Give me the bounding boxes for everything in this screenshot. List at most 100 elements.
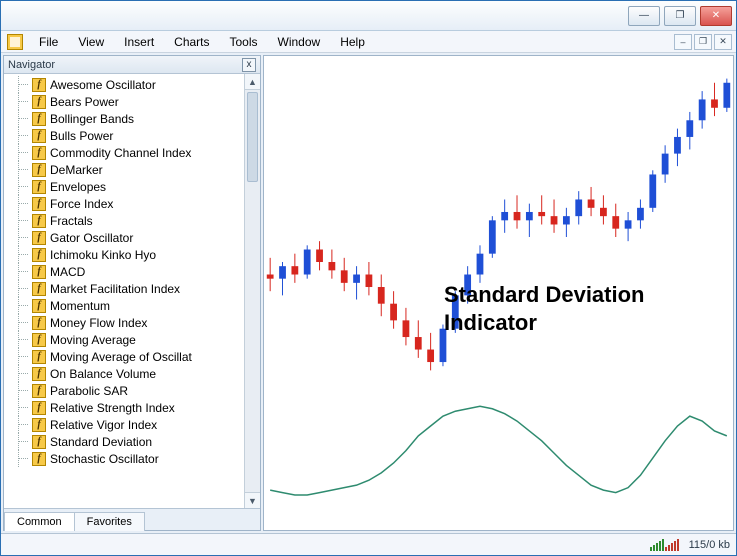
indicator-label: Envelopes	[50, 180, 106, 194]
indicator-item[interactable]: fCommodity Channel Index	[8, 144, 244, 161]
menu-window[interactable]: Window	[268, 32, 331, 52]
indicator-label: Awesome Oscillator	[50, 78, 156, 92]
indicator-icon: f	[32, 367, 46, 381]
indicator-label: Moving Average	[50, 333, 136, 347]
menubar: File View Insert Charts Tools Window Hel…	[1, 31, 736, 53]
indicator-item[interactable]: f Standard Deviation	[8, 433, 244, 450]
indicator-item[interactable]: f Moving Average of Oscillat	[8, 348, 244, 365]
navigator-scrollbar[interactable]: ▲ ▼	[244, 74, 260, 508]
menu-file[interactable]: File	[29, 32, 68, 52]
indicator-label: Gator Oscillator	[50, 231, 133, 245]
mdi-close-button[interactable]: ✕	[714, 34, 732, 50]
indicator-item[interactable]: fMarket Facilitation Index	[8, 280, 244, 297]
indicator-icon: f	[32, 163, 46, 177]
indicator-icon: f	[32, 435, 46, 449]
indicator-label: Ichimoku Kinko Hyo	[50, 248, 156, 262]
app-icon	[7, 34, 23, 50]
tab-common[interactable]: Common	[4, 512, 75, 531]
indicator-icon: f	[32, 180, 46, 194]
menu-view[interactable]: View	[68, 32, 114, 52]
indicator-label: DeMarker	[50, 163, 103, 177]
indicator-icon: f	[32, 129, 46, 143]
indicator-item[interactable]: f Fractals	[8, 212, 244, 229]
indicator-item[interactable]: f Moving Average	[8, 331, 244, 348]
minimize-icon: –	[680, 37, 685, 47]
indicator-icon: f	[32, 350, 46, 364]
close-icon: ✕	[719, 36, 727, 47]
indicator-item[interactable]: f Bollinger Bands	[8, 110, 244, 127]
indicator-item[interactable]: f Bulls Power	[8, 127, 244, 144]
indicator-icon: f	[32, 299, 46, 313]
mdi-restore-button[interactable]: ❐	[694, 34, 712, 50]
titlebar: — ❐ ✕	[1, 1, 736, 31]
indicator-item[interactable]: f Ichimoku Kinko Hyo	[8, 246, 244, 263]
navigator-panel: Navigator x f Awesome OscillatorfBears Po…	[3, 55, 261, 531]
scroll-thumb[interactable]	[247, 92, 258, 182]
indicator-item[interactable]: f Envelopes	[8, 178, 244, 195]
indicator-label: Force Index	[50, 197, 113, 211]
indicator-item[interactable]: f Force Index	[8, 195, 244, 212]
indicator-icon: f	[32, 452, 46, 466]
indicator-item[interactable]: f Relative Vigor Index	[8, 416, 244, 433]
indicator-label: Standard Deviation	[50, 435, 152, 449]
indicator-icon: f	[32, 95, 46, 109]
connection-icon	[650, 539, 679, 551]
indicator-label: Parabolic SAR	[50, 384, 128, 398]
indicator-item[interactable]: fParabolic SAR	[8, 382, 244, 399]
menu-help[interactable]: Help	[330, 32, 375, 52]
navigator-titlebar: Navigator x	[4, 56, 260, 74]
minimize-icon: —	[639, 10, 649, 21]
indicator-item[interactable]: f DeMarker	[8, 161, 244, 178]
navigator-tabs: Common Favorites	[4, 508, 260, 530]
indicator-icon: f	[32, 401, 46, 415]
indicator-item[interactable]: fRelative Strength Index	[8, 399, 244, 416]
scroll-up-button[interactable]: ▲	[245, 74, 260, 90]
indicator-label: Stochastic Oscillator	[50, 452, 159, 466]
menu-charts[interactable]: Charts	[164, 32, 219, 52]
indicator-icon: f	[32, 197, 46, 211]
mdi-minimize-button[interactable]: –	[674, 34, 692, 50]
status-transfer: 115/0 kb	[689, 539, 730, 551]
indicator-item[interactable]: fMACD	[8, 263, 244, 280]
menu-insert[interactable]: Insert	[114, 32, 164, 52]
indicator-item[interactable]: fGator Oscillator	[8, 229, 244, 246]
indicator-icon: f	[32, 214, 46, 228]
indicator-icon: f	[32, 112, 46, 126]
window-maximize-button[interactable]: ❐	[664, 6, 696, 26]
indicator-item[interactable]: f Momentum	[8, 297, 244, 314]
indicator-label: Commodity Channel Index	[50, 146, 191, 160]
indicator-label: Money Flow Index	[50, 316, 147, 330]
navigator-close-button[interactable]: x	[242, 58, 256, 72]
indicator-icon: f	[32, 418, 46, 432]
indicator-icon: f	[32, 248, 46, 262]
indicator-item[interactable]: f Money Flow Index	[8, 314, 244, 331]
indicator-item[interactable]: f On Balance Volume	[8, 365, 244, 382]
indicator-label: Moving Average of Oscillat	[50, 350, 192, 364]
indicator-label: Momentum	[50, 299, 110, 313]
indicator-label: Bollinger Bands	[50, 112, 134, 126]
mdi-controls: – ❐ ✕	[674, 34, 736, 50]
window-close-button[interactable]: ✕	[700, 6, 732, 26]
app-window: — ❐ ✕ File View Insert Charts Tools Wind…	[0, 0, 737, 556]
menu-tools[interactable]: Tools	[220, 32, 268, 52]
indicator-label: Fractals	[50, 214, 93, 228]
statusbar: 115/0 kb	[1, 533, 736, 555]
indicator-label: Bulls Power	[50, 129, 113, 143]
indicator-icon: f	[32, 316, 46, 330]
indicator-tree[interactable]: fAwesome OscillatorfBears PowerfBollinge…	[4, 74, 244, 508]
window-minimize-button[interactable]: —	[628, 6, 660, 26]
annotation-line2: Indicator	[444, 309, 644, 337]
scroll-down-button[interactable]: ▼	[245, 492, 260, 508]
indicator-label: Relative Vigor Index	[50, 418, 157, 432]
tab-favorites[interactable]: Favorites	[74, 512, 145, 531]
chart-area[interactable]: Standard Deviation Indicator	[263, 55, 734, 531]
navigator-body: fAwesome OscillatorfBears PowerfBollinge…	[4, 74, 260, 508]
indicator-icon: f	[32, 333, 46, 347]
indicator-item[interactable]: f Stochastic Oscillator	[8, 450, 244, 467]
navigator-title: Navigator	[8, 59, 55, 71]
indicator-item[interactable]: f Awesome Oscillator	[8, 76, 244, 93]
indicator-icon: f	[32, 282, 46, 296]
indicator-label: On Balance Volume	[50, 367, 156, 381]
indicator-icon: f	[32, 78, 46, 92]
indicator-item[interactable]: fBears Power	[8, 93, 244, 110]
